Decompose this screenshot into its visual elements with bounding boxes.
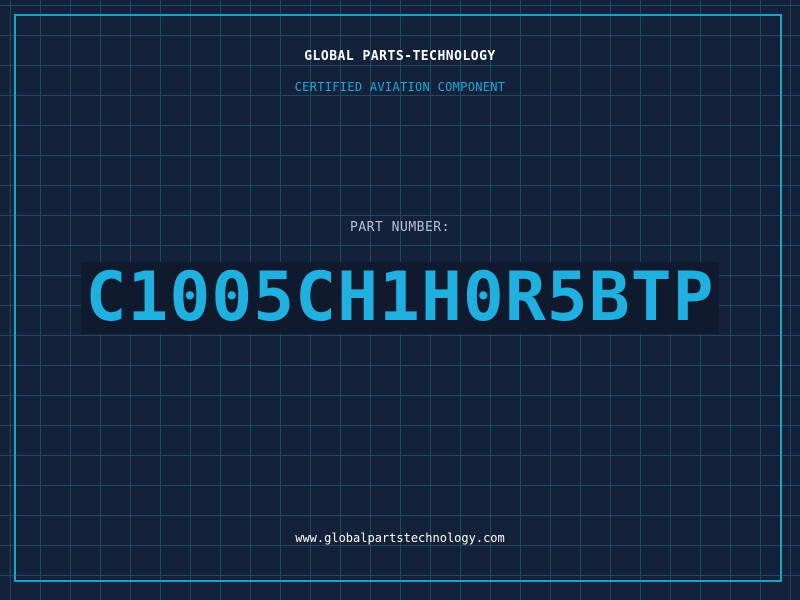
part-number-value: C1005CH1H0R5BTP (81, 262, 719, 334)
brand-name: GLOBAL PARTS-TECHNOLOGY (304, 49, 496, 64)
brand-tagline: CERTIFIED AVIATION COMPONENT (294, 80, 506, 94)
part-number-container: C1005CH1H0R5BTP (0, 262, 800, 334)
certificate-card: GLOBAL PARTS-TECHNOLOGY CERTIFIED AVIATI… (0, 0, 800, 600)
website-url[interactable]: www.globalpartstechnology.com (0, 531, 800, 545)
part-number-label: PART NUMBER: (350, 220, 450, 235)
